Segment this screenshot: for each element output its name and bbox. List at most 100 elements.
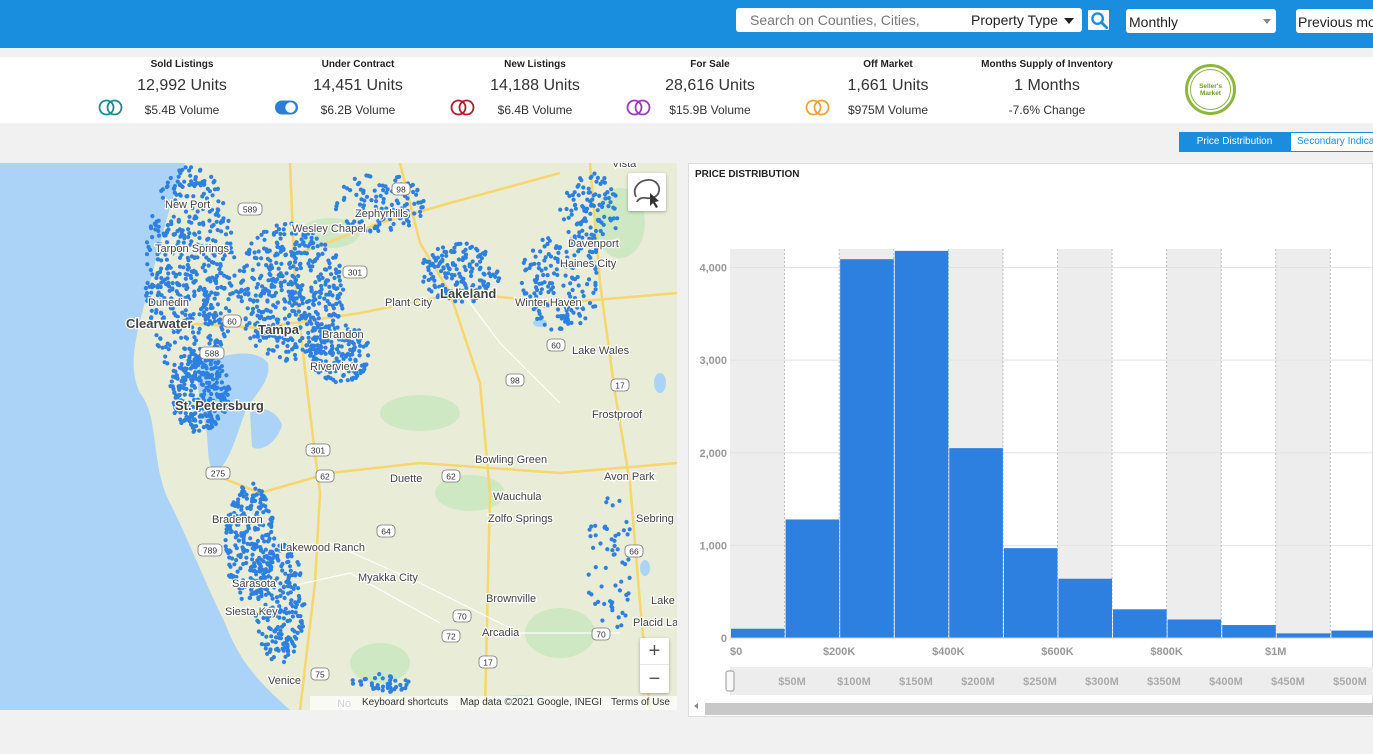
listing-marker bbox=[201, 364, 206, 369]
listing-marker bbox=[576, 193, 581, 198]
toggle-for-sale[interactable] bbox=[626, 99, 651, 116]
highway-shield: 588 bbox=[199, 346, 225, 360]
listing-marker bbox=[527, 265, 532, 271]
listing-marker bbox=[256, 505, 261, 510]
listing-marker bbox=[612, 543, 617, 548]
listing-marker bbox=[298, 266, 303, 271]
listing-marker bbox=[357, 353, 362, 358]
listing-marker bbox=[267, 563, 272, 568]
listing-marker bbox=[172, 362, 177, 367]
listing-marker bbox=[265, 642, 271, 647]
listing-marker bbox=[278, 236, 283, 241]
listing-marker bbox=[196, 287, 201, 293]
listing-marker bbox=[210, 238, 216, 243]
map-panel[interactable]: 589 98 301 60 588 60 98 17 301 62 62 64 66 70 72 70 17 27… bbox=[0, 163, 677, 710]
listing-marker bbox=[556, 250, 561, 255]
listing-marker bbox=[610, 503, 615, 508]
listing-marker bbox=[469, 273, 474, 279]
listing-marker bbox=[193, 269, 198, 275]
search-box[interactable]: Search on Counties, Cities, Property Typ… bbox=[736, 8, 1082, 32]
listing-marker bbox=[380, 684, 386, 689]
keyboard-shortcuts-link[interactable]: Keyboard shortcuts bbox=[362, 697, 448, 708]
listing-marker bbox=[149, 308, 154, 313]
listing-marker bbox=[446, 266, 451, 271]
listing-marker bbox=[312, 317, 317, 322]
period-select[interactable]: Monthly bbox=[1126, 9, 1276, 33]
listing-marker bbox=[478, 265, 483, 270]
listing-marker bbox=[166, 227, 171, 232]
listing-marker bbox=[578, 321, 583, 326]
listing-marker bbox=[616, 615, 621, 620]
listing-marker bbox=[325, 278, 331, 283]
listing-marker bbox=[469, 244, 475, 249]
listing-marker bbox=[286, 652, 291, 657]
listing-marker bbox=[589, 524, 594, 529]
listing-marker bbox=[378, 193, 383, 198]
listing-marker bbox=[293, 290, 298, 295]
listing-marker bbox=[203, 317, 208, 322]
listing-marker bbox=[212, 187, 218, 192]
listing-marker bbox=[145, 291, 150, 296]
highway-shield-label: 70 bbox=[457, 612, 467, 622]
listing-marker bbox=[263, 592, 268, 597]
listing-marker bbox=[205, 237, 210, 242]
listing-marker bbox=[615, 624, 620, 629]
toggle-sold-listings[interactable] bbox=[98, 99, 123, 116]
listing-marker bbox=[208, 337, 213, 342]
property-type-dropdown[interactable]: Property Type bbox=[971, 12, 1058, 28]
map-canvas[interactable]: 58998301605886098 1730162 6264667072 701727… bbox=[0, 163, 677, 710]
listing-marker bbox=[336, 314, 341, 319]
listing-marker bbox=[214, 219, 219, 224]
terms-of-use-link[interactable]: Terms of Use bbox=[611, 697, 670, 708]
listing-marker bbox=[475, 248, 480, 253]
listing-marker bbox=[295, 613, 301, 619]
listing-marker bbox=[522, 291, 527, 296]
listing-marker bbox=[606, 196, 612, 201]
tab-price-distribution[interactable]: Price Distribution bbox=[1179, 132, 1290, 152]
listing-marker bbox=[461, 249, 466, 254]
previous-select[interactable]: Previous mo bbox=[1296, 9, 1373, 33]
highway-shield-label: 70 bbox=[596, 630, 606, 640]
listing-marker bbox=[250, 493, 256, 498]
listing-marker bbox=[609, 187, 614, 192]
listing-marker bbox=[283, 299, 288, 304]
listing-marker bbox=[254, 256, 259, 261]
listing-marker bbox=[311, 245, 316, 250]
listing-marker bbox=[171, 186, 176, 191]
listing-marker bbox=[391, 221, 396, 227]
highway-shield: 789 bbox=[197, 543, 223, 557]
listing-marker bbox=[476, 254, 481, 259]
listing-marker bbox=[464, 241, 469, 246]
listing-marker bbox=[586, 277, 592, 282]
listing-marker bbox=[584, 232, 589, 237]
toggle-under-contract[interactable] bbox=[274, 99, 299, 116]
tab-secondary-indicators[interactable]: Secondary Indica bbox=[1290, 132, 1373, 152]
toggle-off-market[interactable] bbox=[805, 99, 830, 116]
listing-marker bbox=[580, 204, 585, 209]
listing-marker bbox=[558, 314, 563, 319]
search-input[interactable]: Search on Counties, Cities, bbox=[750, 12, 920, 28]
listing-marker bbox=[274, 229, 279, 235]
listing-marker bbox=[266, 539, 271, 544]
toggle-new-listings[interactable] bbox=[450, 99, 475, 116]
listing-marker bbox=[299, 315, 305, 321]
draw-area-button[interactable] bbox=[628, 173, 666, 211]
listing-marker bbox=[275, 625, 280, 630]
search-button[interactable] bbox=[1086, 8, 1111, 32]
listing-marker bbox=[292, 275, 297, 280]
listing-marker bbox=[298, 284, 304, 289]
listing-marker bbox=[212, 296, 217, 301]
chevron-down-icon[interactable] bbox=[1064, 18, 1074, 24]
listing-marker bbox=[536, 308, 542, 314]
listing-marker bbox=[548, 263, 554, 268]
listing-marker bbox=[372, 188, 377, 193]
listing-marker bbox=[287, 580, 292, 586]
listing-marker bbox=[341, 197, 346, 202]
listing-marker bbox=[627, 575, 632, 580]
listing-marker bbox=[469, 269, 474, 274]
zoom-in-button[interactable]: + bbox=[640, 638, 669, 665]
listing-marker bbox=[326, 258, 331, 263]
listing-marker bbox=[219, 380, 224, 385]
listing-marker bbox=[341, 184, 346, 189]
zoom-out-button[interactable]: − bbox=[640, 666, 669, 693]
